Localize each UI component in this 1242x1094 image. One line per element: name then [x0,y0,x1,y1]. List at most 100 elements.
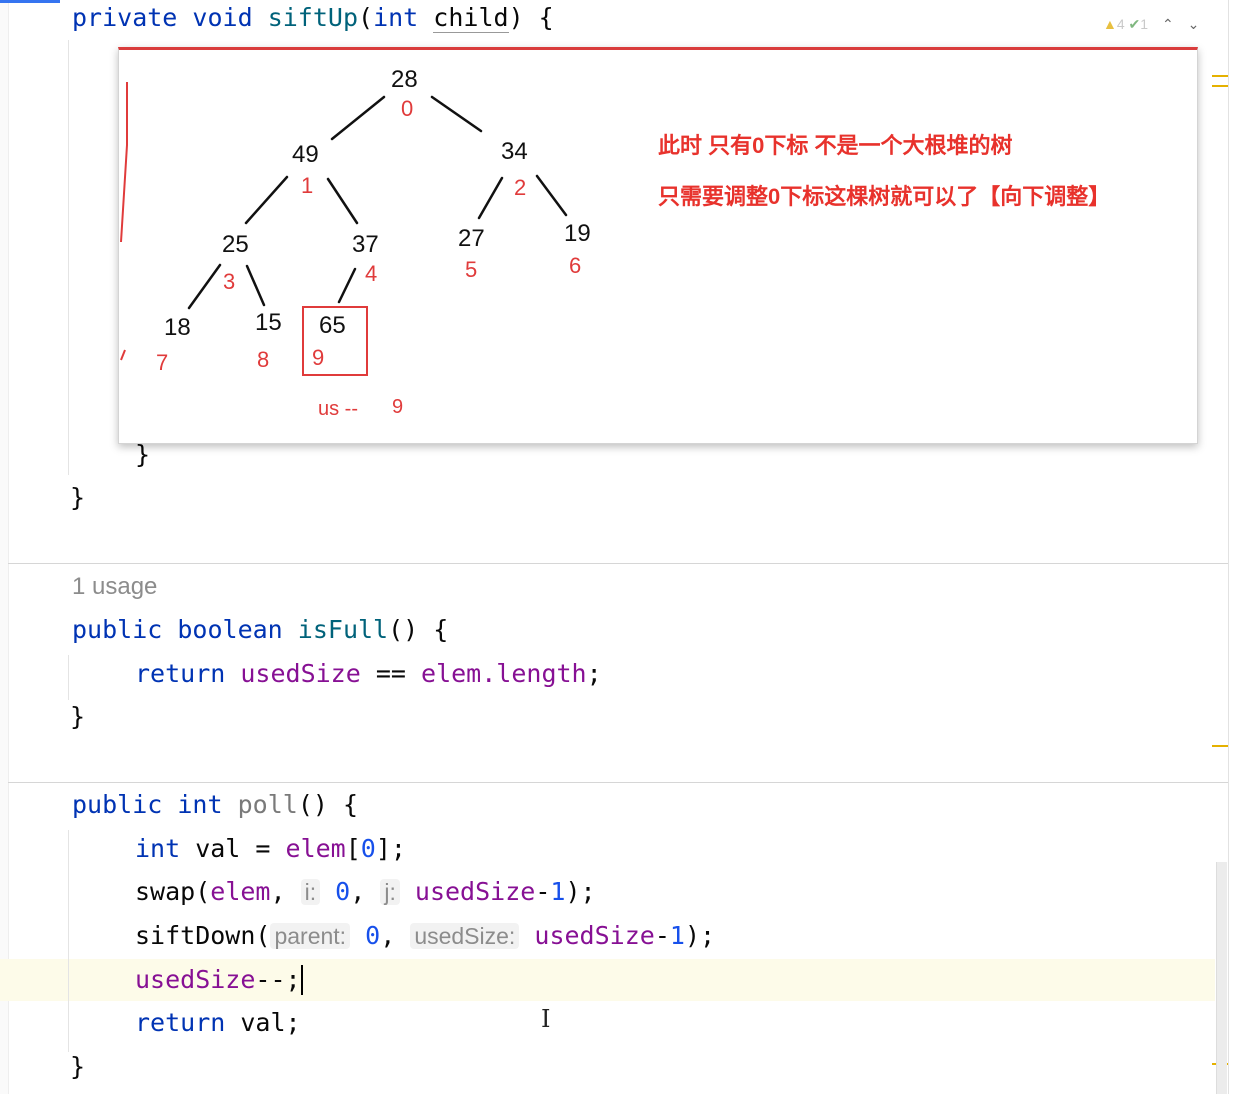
field-usedsize[interactable]: usedSize [415,877,535,906]
editor-gutter[interactable] [0,0,9,1094]
call-end: ); [684,921,716,950]
paren-open: ( [358,3,374,32]
code-closing-brace[interactable]: } [70,702,85,732]
heap-node-index: 4 [365,261,378,286]
heap-node-value: 19 [564,220,591,247]
tab-accent-bar [0,0,60,3]
heap-node-index: 5 [465,257,478,282]
tree-edge [430,95,483,133]
operator-minus: - [654,921,670,950]
annotation-text: 只需要调整0下标这棵树就可以了【向下调整】 [658,184,1111,209]
used-size-value: 9 [392,396,404,418]
code-line-decrement[interactable]: usedSize--; [135,965,303,995]
method-name-siftup[interactable]: siftUp [268,3,358,32]
heap-node-index: 0 [401,96,414,121]
red-margin-stroke [120,82,128,243]
comma: , [380,921,411,950]
call-end: ); [565,877,596,906]
code-text: --; [255,965,301,994]
code-text: val; [225,1008,301,1037]
heap-node-value: 18 [164,314,191,341]
comma: , [270,877,301,906]
field-usedsize[interactable]: usedSize [135,965,255,994]
red-margin-stroke [120,349,126,361]
tree-edge [337,267,357,304]
keyword-return: return [135,1008,226,1037]
tree-edge [187,263,222,310]
keyword-public: public [72,615,163,644]
code-line-isfull-signature[interactable]: public boolean isFull() { [72,615,448,645]
code-line-poll-return[interactable]: return val; [135,1008,301,1038]
heap-node-index: 8 [257,347,270,372]
param-child[interactable]: child [433,3,509,33]
warning-count: 4 [1116,16,1125,32]
chevron-down-icon[interactable]: ⌄ [1188,16,1200,32]
heap-node-index: 2 [514,175,527,200]
scroll-marker[interactable] [1212,75,1228,77]
call-swap[interactable]: swap( [135,877,210,906]
code-editor[interactable]: private void siftUp(int child) { ▲4 ✔1 ⌃… [0,0,1242,1094]
heap-node-index: 3 [223,269,236,294]
editor-right-edge [1228,0,1229,1094]
code-line-siftup-signature[interactable]: private void siftUp(int child) { [72,3,554,33]
operator-minus: - [535,877,551,906]
code-line-siftdown[interactable]: siftDown(parent: 0, usedSize: usedSize-1… [135,921,715,951]
heap-node-index: 7 [156,350,169,375]
paren-close: ) { [508,3,554,32]
code-line-poll-signature[interactable]: public int poll() { [72,790,358,820]
field-elem[interactable]: elem [421,659,481,688]
chevron-up-icon[interactable]: ⌃ [1162,16,1174,32]
number-literal: 0 [360,834,376,863]
usage-hint[interactable]: 1 usage [72,573,157,601]
heap-node-index: 6 [569,253,582,278]
comma: , [350,877,381,906]
number-literal: 1 [550,877,566,906]
field-usedsize[interactable]: usedSize [240,659,360,688]
code-line-poll-val[interactable]: int val = elem[0]; [135,834,406,864]
keyword-boolean: boolean [177,615,283,644]
tree-edge [535,174,568,217]
inspection-widget[interactable]: ▲4 ✔1 ⌃ ⌄ [1103,16,1199,33]
keyword-int: int [135,834,181,863]
member-length[interactable]: .length [481,659,586,688]
scrollbar-thumb[interactable] [1216,862,1227,1094]
bracket-close: ]; [375,834,406,863]
heap-node-value: 28 [391,66,418,93]
keyword-return: return [135,659,226,688]
keyword-int: int [373,3,419,32]
heap-node-value: 25 [222,231,249,258]
annotation-text: 此时 只有0下标 不是一个大根堆的树 [658,133,1013,158]
method-name-isfull[interactable]: isFull [298,615,388,644]
indent-guide [68,40,69,475]
keyword-int: int [177,790,223,819]
method-name-poll[interactable]: poll [238,790,298,819]
field-usedsize[interactable]: usedSize [534,921,654,950]
annotation-popup[interactable]: 28 0 49 1 34 2 25 3 37 4 27 5 19 6 18 7 … [118,47,1198,444]
tree-edge [330,95,386,141]
tree-edge [326,177,359,225]
indent-guide [68,655,69,700]
heap-node-value: 49 [292,141,319,168]
method-separator [8,782,1228,783]
code-line-swap[interactable]: swap(elem, i: 0, j: usedSize-1); [135,877,596,907]
scroll-marker[interactable] [1212,745,1228,747]
call-siftdown[interactable]: siftDown( [135,921,270,950]
field-elem[interactable]: elem [286,834,346,863]
code-line-isfull-return[interactable]: return usedSize == elem.length; [135,659,602,689]
code-closing-brace[interactable]: } [70,1052,85,1082]
param-hint-j: j: [380,879,400,905]
weak-warning-icon: ✔ [1128,16,1141,32]
heap-node-value: 34 [501,138,528,165]
heap-tree-lines [120,82,568,361]
heap-node-value: 37 [352,231,379,258]
tree-edge [244,175,289,225]
tree-edge [477,176,504,220]
field-elem[interactable]: elem [210,877,270,906]
code-closing-brace[interactable]: } [70,483,85,513]
code-closing-brace[interactable]: } [135,440,150,470]
number-literal: 0 [335,877,351,906]
heap-node-index: 9 [312,345,325,370]
scroll-marker[interactable] [1212,85,1228,87]
bracket-open: [ [345,834,361,863]
tree-edge [245,264,266,307]
